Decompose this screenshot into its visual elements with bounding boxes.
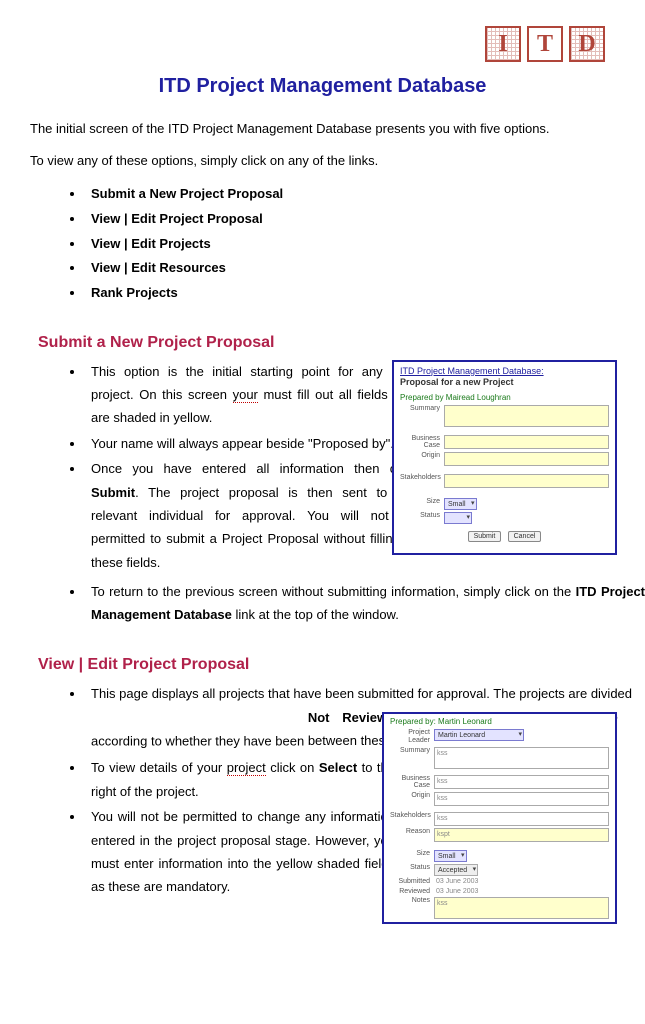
- label2-summary: Summary: [390, 747, 434, 755]
- form2-prepared-by: Prepared by: Martin Leonard: [384, 714, 615, 728]
- intro-line-2: To view any of these options, simply cli…: [30, 150, 615, 172]
- section1-bullet-2: Your name will always appear beside "Pro…: [85, 432, 415, 455]
- form-subtitle: Proposal for a new Project: [400, 377, 609, 387]
- page-title: ITD Project Management Database: [30, 75, 615, 98]
- proposal-detail-screenshot: Prepared by: Martin Leonard Project Lead…: [382, 712, 617, 924]
- label2-notes: Notes: [390, 897, 434, 905]
- option-view-edit-resources: View | Edit Resources: [85, 256, 615, 281]
- input2-origin[interactable]: kss: [434, 792, 609, 806]
- label2-stakeholders: Stakeholders: [390, 812, 434, 820]
- section-viewedit-body: Prepared by: Martin Leonard Project Lead…: [30, 682, 615, 899]
- submit-button[interactable]: Submit: [468, 531, 502, 542]
- itd-logo: I T D: [485, 26, 605, 62]
- label-origin: Origin: [400, 452, 444, 460]
- section2-bullet-2: To view details of your project click on…: [85, 756, 395, 803]
- option-submit-new: Submit a New Project Proposal: [85, 182, 615, 207]
- section-submit-heading: Submit a New Project Proposal: [38, 334, 615, 352]
- section2-bullet-3: You will not be permitted to change any …: [85, 805, 395, 899]
- label-size: Size: [400, 498, 444, 506]
- value-reviewed: 03 June 2003: [434, 888, 478, 895]
- proposal-form-screenshot: ITD Project Management Database: Proposa…: [392, 360, 617, 555]
- input2-notes[interactable]: kss: [434, 897, 609, 919]
- intro-line-1: The initial screen of the ITD Project Ma…: [30, 118, 615, 140]
- section-submit-body: ITD Project Management Database: Proposa…: [30, 360, 615, 627]
- select-status[interactable]: [444, 512, 472, 524]
- select-project-leader[interactable]: Martin Leonard: [434, 729, 524, 741]
- label2-submitted: Submitted: [390, 878, 434, 886]
- label2-reviewed: Reviewed: [390, 888, 434, 896]
- select2-size[interactable]: Small: [434, 850, 467, 862]
- options-list: Submit a New Project Proposal View | Edi…: [85, 182, 615, 305]
- input2-summary[interactable]: kss: [434, 747, 609, 769]
- input2-stakeholders[interactable]: kss: [434, 812, 609, 826]
- input-business-case[interactable]: [444, 435, 609, 449]
- section1-bullet-4: To return to the previous screen without…: [85, 580, 645, 627]
- form-db-link[interactable]: ITD Project Management Database:: [400, 366, 609, 376]
- option-view-edit-projects: View | Edit Projects: [85, 232, 615, 257]
- input2-business-case[interactable]: kss: [434, 775, 609, 789]
- input-origin[interactable]: [444, 452, 609, 466]
- logo-letter-d: D: [569, 26, 605, 62]
- label-business-case: Business Case: [400, 435, 444, 450]
- label2-origin: Origin: [390, 792, 434, 800]
- cancel-button[interactable]: Cancel: [508, 531, 542, 542]
- value-submitted: 03 June 2003: [434, 878, 478, 885]
- logo-letter-t: T: [527, 26, 563, 62]
- option-rank-projects: Rank Projects: [85, 281, 615, 306]
- input2-reason[interactable]: kspt: [434, 828, 609, 842]
- select2-status: Accepted: [434, 864, 478, 876]
- logo-letter-i: I: [485, 26, 521, 62]
- label2-business-case: Business Case: [390, 775, 434, 790]
- label-status: Status: [400, 512, 444, 520]
- label-project-leader: Project Leader: [390, 729, 434, 744]
- label-summary: Summary: [400, 405, 444, 413]
- input-stakeholders[interactable]: [444, 474, 609, 488]
- label-stakeholders: Stakeholders: [400, 474, 444, 482]
- form-prepared-by: Prepared by Mairead Loughran: [394, 389, 615, 404]
- label2-size: Size: [390, 850, 434, 858]
- option-view-edit-proposal: View | Edit Project Proposal: [85, 207, 615, 232]
- select-size[interactable]: Small: [444, 498, 477, 510]
- label2-reason: Reason: [390, 828, 434, 836]
- label2-status: Status: [390, 864, 434, 872]
- section1-bullet-1: This option is the initial starting poin…: [85, 360, 415, 430]
- section-viewedit-heading: View | Edit Project Proposal: [38, 656, 615, 674]
- input-summary[interactable]: [444, 405, 609, 427]
